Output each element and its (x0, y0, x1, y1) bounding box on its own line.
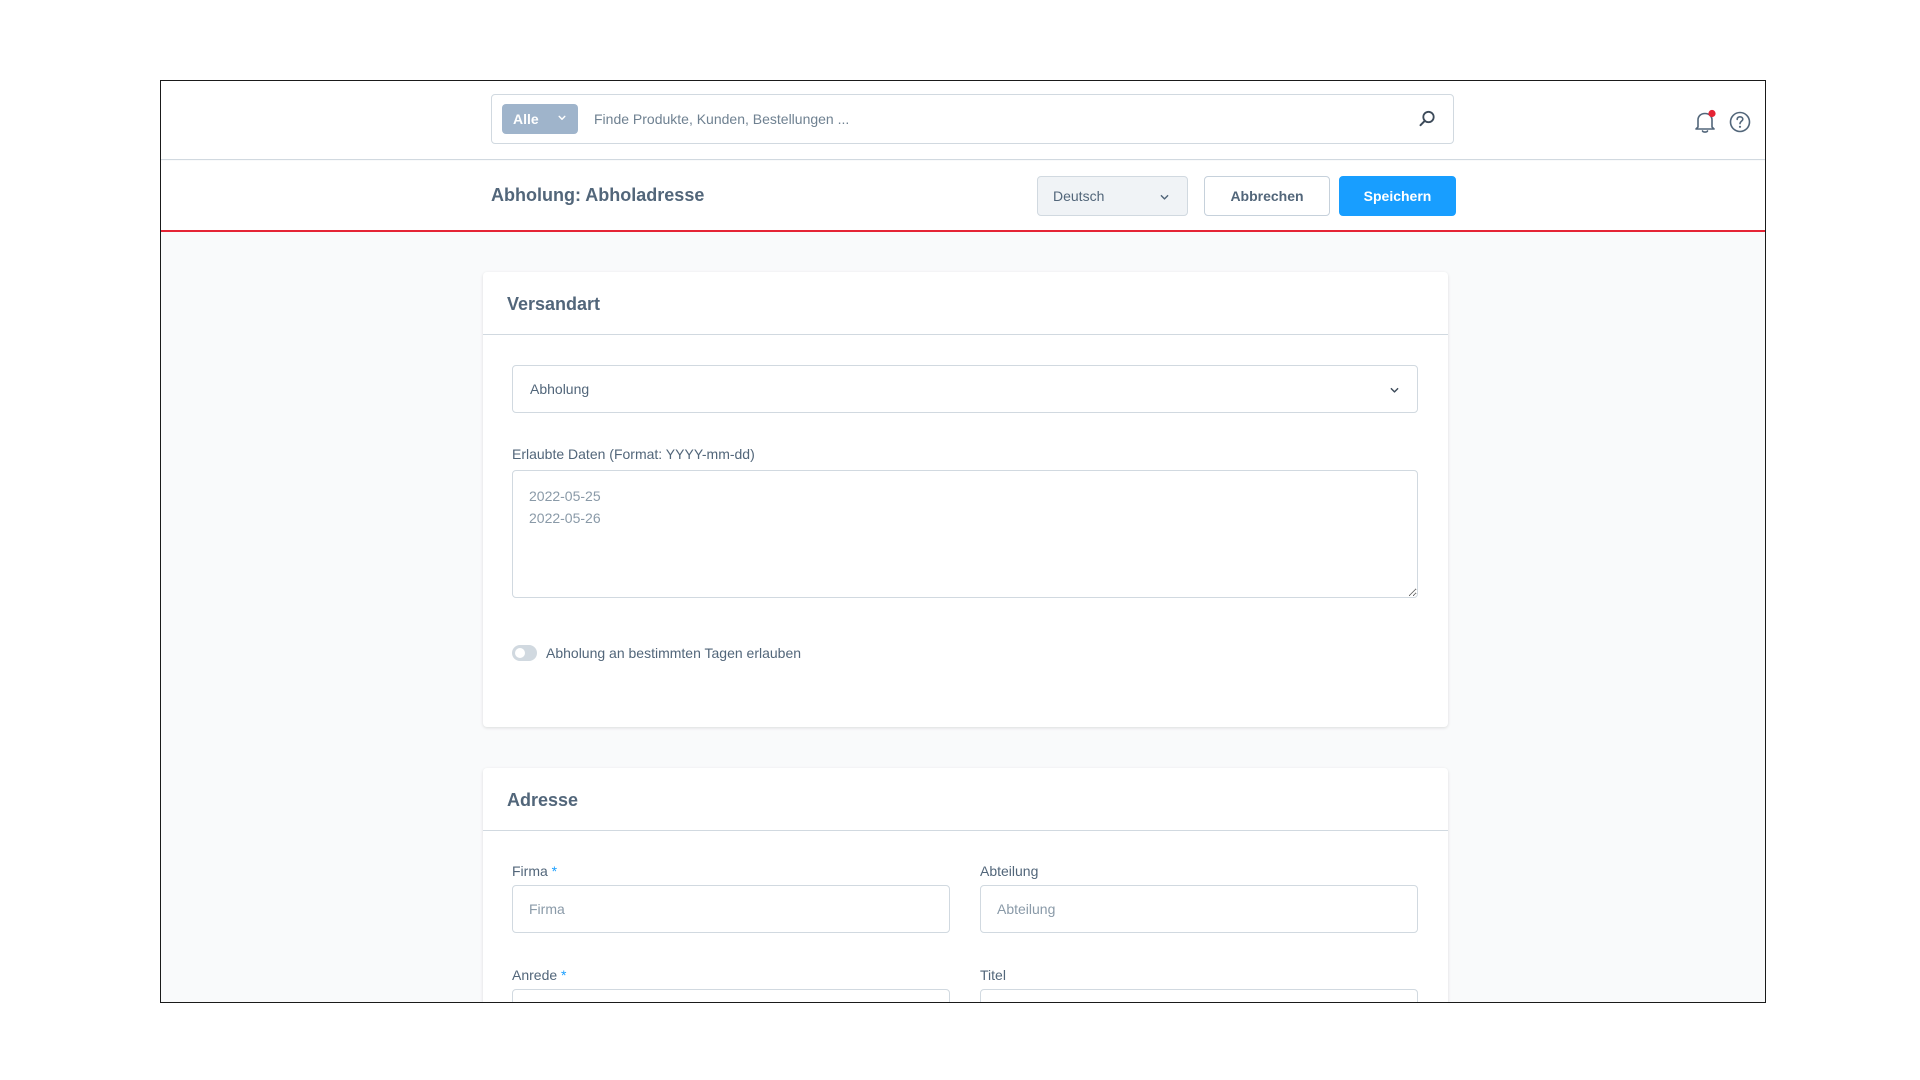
search-input[interactable] (592, 103, 1392, 135)
cancel-button[interactable]: Abbrechen (1204, 176, 1330, 216)
page-title: Abholung: Abholadresse (491, 185, 705, 205)
allow-specific-days-toggle[interactable] (512, 645, 537, 661)
shipping-method-select[interactable]: Abholung (512, 365, 1418, 413)
chevron-down-icon (1160, 194, 1169, 200)
allowed-dates-textarea[interactable] (512, 470, 1418, 598)
app-window: Alle Abholung: Abholadresse Deut (160, 80, 1766, 1003)
required-marker: * (551, 863, 558, 879)
titel-input[interactable] (980, 989, 1418, 1002)
language-select[interactable]: Deutsch (1037, 176, 1188, 216)
required-marker: * (561, 967, 567, 983)
versandart-card: Versandart Abholung Erlaubte Daten (Form… (483, 272, 1448, 727)
help-icon[interactable] (1728, 110, 1752, 134)
chevron-down-icon (1390, 387, 1399, 393)
card-title: Adresse (507, 790, 579, 810)
search-scope-label: Alle (513, 111, 539, 127)
firma-label-text: Firma (512, 863, 548, 879)
anrede-select[interactable] (512, 989, 950, 1002)
anrede-label-text: Anrede (512, 967, 558, 983)
firma-input[interactable] (512, 885, 950, 933)
save-button[interactable]: Speichern (1339, 176, 1456, 216)
bell-icon[interactable] (1693, 109, 1717, 135)
card-header: Adresse (483, 768, 1448, 831)
adresse-card: Adresse Firma * Abteilung Anrede * Titel (483, 768, 1448, 1002)
title-bar: Abholung: Abholadresse Deutsch Abbrechen… (161, 161, 1765, 232)
search-icon[interactable] (1417, 109, 1437, 129)
abteilung-label: Abteilung (980, 863, 1039, 879)
titel-label: Titel (980, 967, 1006, 983)
firma-label: Firma * (512, 863, 557, 879)
card-title: Versandart (507, 294, 601, 314)
allowed-dates-label: Erlaubte Daten (Format: YYYY-mm-dd) (512, 446, 755, 462)
abteilung-input[interactable] (980, 885, 1418, 933)
top-bar: Alle (161, 81, 1765, 160)
chevron-down-icon (558, 115, 566, 120)
anrede-label: Anrede * (512, 967, 567, 983)
global-search: Alle (491, 94, 1454, 144)
language-select-value: Deutsch (1053, 188, 1105, 204)
search-scope-dropdown[interactable]: Alle (502, 104, 578, 134)
allow-specific-days-label: Abholung an bestimmten Tagen erlauben (546, 645, 802, 661)
shipping-method-value: Abholung (530, 381, 590, 397)
toggle-knob (515, 648, 525, 658)
card-header: Versandart (483, 272, 1448, 335)
